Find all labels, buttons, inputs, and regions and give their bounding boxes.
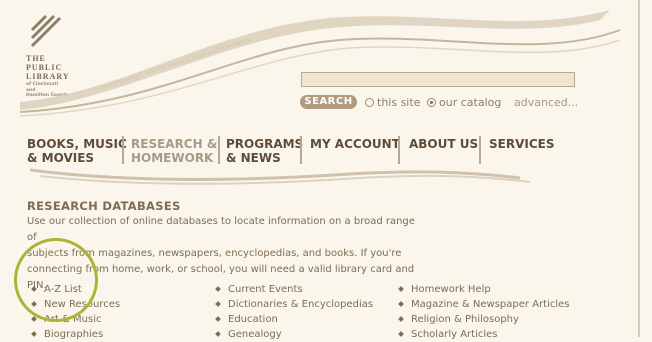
nav-my-account[interactable]: MY ACCOUNT bbox=[310, 137, 400, 151]
nav-services[interactable]: SERVICES bbox=[489, 137, 554, 151]
nav-label-line: BOOKS, MUSIC bbox=[27, 137, 127, 151]
radio-this-site-control[interactable] bbox=[365, 98, 374, 107]
category-link-current-events[interactable]: Current Events bbox=[215, 282, 373, 297]
search-input[interactable] bbox=[301, 72, 575, 87]
category-link-education[interactable]: Education bbox=[215, 312, 373, 327]
nav-label-line: ABOUT US bbox=[409, 137, 479, 151]
nav-label-line: PROGRAMS bbox=[226, 137, 304, 151]
radio-our-catalog[interactable]: our catalog bbox=[427, 96, 501, 109]
radio-our-catalog-control[interactable] bbox=[427, 98, 436, 107]
category-link-scholarly-articles[interactable]: Scholarly Articles bbox=[398, 327, 569, 342]
advanced-search-link[interactable]: advanced... bbox=[514, 96, 578, 109]
radio-this-site[interactable]: this site bbox=[365, 96, 420, 109]
section-title: RESEARCH DATABASES bbox=[27, 199, 181, 213]
page-border bbox=[638, 0, 640, 337]
category-link-dictionaries[interactable]: Dictionaries & Encyclopedias bbox=[215, 297, 373, 312]
nav-label-line: MY ACCOUNT bbox=[310, 137, 400, 151]
category-link-biographies[interactable]: Biographies bbox=[31, 327, 120, 342]
radio-this-site-label: this site bbox=[377, 96, 421, 109]
nav-label-line: SERVICES bbox=[489, 137, 555, 151]
search-button[interactable]: SEARCH bbox=[300, 95, 357, 109]
category-list-2: Current Events Dictionaries & Encycloped… bbox=[215, 282, 373, 342]
nav-about-us[interactable]: ABOUT US bbox=[409, 137, 478, 151]
nav-swoosh bbox=[29, 168, 531, 185]
nav-label-line: RESEARCH & bbox=[131, 137, 218, 151]
radio-our-catalog-label: our catalog bbox=[439, 96, 502, 109]
intro-line: Use our collection of online databases t… bbox=[27, 216, 415, 243]
category-link-genealogy[interactable]: Genealogy bbox=[215, 327, 373, 342]
category-link-religion[interactable]: Religion & Philosophy bbox=[398, 312, 569, 327]
category-list-3: Homework Help Magazine & Newspaper Artic… bbox=[398, 282, 569, 342]
category-link-magazine-articles[interactable]: Magazine & Newspaper Articles bbox=[398, 297, 569, 312]
highlight-circle bbox=[14, 238, 98, 322]
category-link-homework-help[interactable]: Homework Help bbox=[398, 282, 569, 297]
